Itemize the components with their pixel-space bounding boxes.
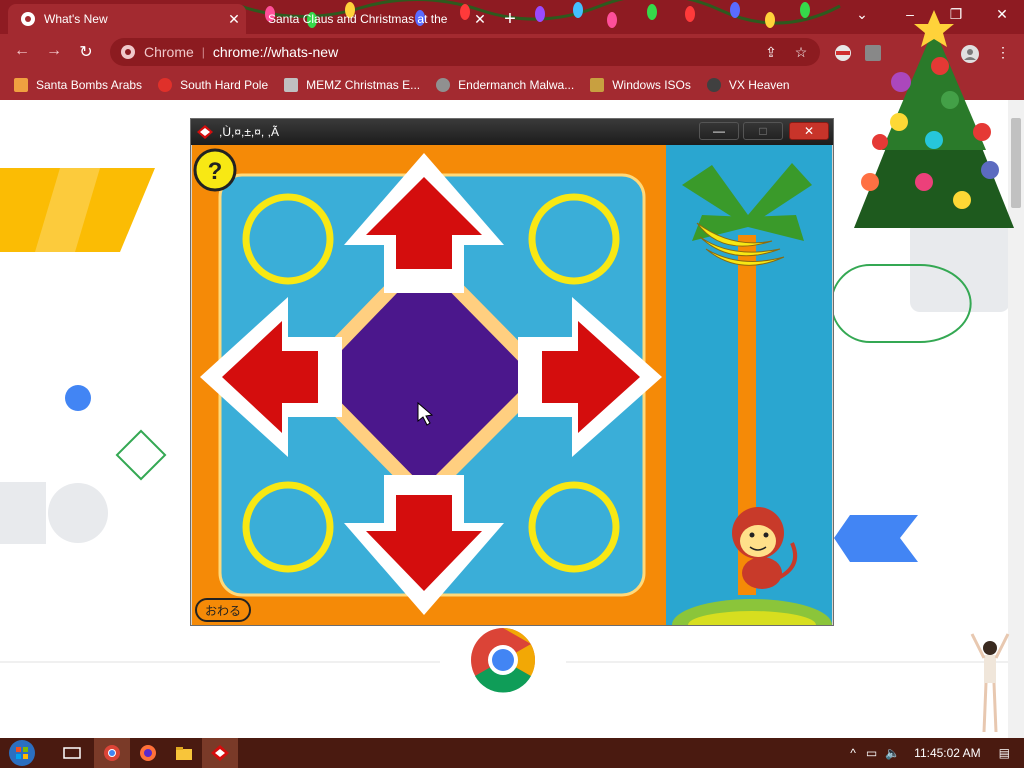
tab-whats-new[interactable]: What's New ✕ (8, 4, 246, 34)
site-label: Chrome (144, 44, 194, 60)
reload-icon[interactable]: ↻ (74, 42, 98, 62)
bookmark-label: MEMZ Christmas E... (306, 78, 421, 92)
chrome-icon[interactable] (94, 738, 130, 768)
bookmark-endermanch[interactable]: Endermanch Malwa... (436, 78, 574, 92)
help-button[interactable]: ? (193, 148, 237, 192)
quit-button[interactable]: おわる (195, 598, 251, 622)
windows-taskbar: ^ ▭ 🔈 11:45:02 AM ▤ (0, 738, 1024, 768)
notifications-icon[interactable]: ▤ (999, 746, 1010, 760)
url-text: chrome://whats-new (212, 44, 339, 60)
chrome-icon (121, 45, 135, 59)
forward-arrow-icon[interactable]: → (42, 42, 66, 60)
game-minimize-button[interactable]: — (699, 122, 739, 140)
bookmark-label: Windows ISOs (612, 78, 691, 92)
share-icon[interactable]: ⇪ (762, 44, 780, 62)
new-tab-button[interactable]: + (498, 8, 522, 31)
game-close-button[interactable]: ✕ (789, 122, 829, 140)
image-thumb-icon (284, 78, 299, 92)
bookmark-label: Endermanch Malwa... (458, 78, 575, 92)
tab-title: Santa Claus and Christmas at the (268, 12, 448, 26)
address-separator: | (201, 45, 205, 59)
tray-chevron-icon[interactable]: ^ (850, 746, 856, 760)
network-icon[interactable]: ▭ (866, 746, 877, 760)
game-app-icon (197, 125, 213, 139)
bookmark-star-icon[interactable]: ☆ (792, 44, 810, 62)
game-window-title: ,Ù,¤,±,¤, ,Ã (219, 125, 279, 139)
firefox-icon[interactable] (130, 738, 166, 768)
chrome-icon (21, 12, 35, 26)
start-orb-icon[interactable] (4, 738, 40, 768)
game-icon[interactable] (202, 738, 238, 768)
tab-title: What's New (44, 12, 108, 26)
game-canvas[interactable]: ? おわる (192, 145, 832, 625)
star-badge-icon (158, 78, 173, 92)
help-label: ? (208, 158, 223, 185)
clock-time[interactable]: 11:45:02 AM (914, 746, 981, 760)
bookmark-label: South Hard Pole (180, 78, 269, 92)
bookmark-vx-heaven[interactable]: VX Heaven (706, 78, 790, 92)
bookmark-label: VX Heaven (728, 78, 790, 92)
bookmark-windows-isos[interactable]: Windows ISOs (590, 78, 691, 92)
bookmark-label: Santa Bombs Arabs (36, 78, 143, 92)
file-explorer-icon[interactable] (166, 738, 202, 768)
bookmark-memz[interactable]: MEMZ Christmas E... (284, 78, 420, 92)
skull-icon (706, 78, 721, 92)
back-arrow-icon[interactable]: ← (10, 42, 34, 60)
system-tray: ^ ▭ 🔈 11:45:02 AM ▤ (850, 738, 1024, 768)
cat-icon (436, 78, 451, 92)
close-tab-icon[interactable]: ✕ (222, 11, 246, 28)
volume-icon[interactable]: 🔈 (885, 746, 900, 760)
chrome-logo-icon (471, 628, 536, 693)
trophy-icon (590, 78, 605, 92)
task-view-icon[interactable] (54, 738, 90, 768)
close-tab-icon[interactable]: ✕ (468, 11, 492, 28)
bookmark-south-hard-pole[interactable]: South Hard Pole (158, 78, 268, 92)
game-window: ,Ù,¤,±,¤, ,Ã — □ ✕ ? おわる (190, 118, 834, 626)
figure-icon (14, 78, 28, 92)
game-maximize-button[interactable]: □ (743, 122, 783, 140)
quit-label: おわる (205, 604, 241, 618)
christmas-tree-overlay (854, 10, 1014, 228)
bookmark-santa-bombs[interactable]: Santa Bombs Arabs (14, 78, 142, 92)
dancer-figure-overlay (970, 633, 1010, 733)
address-bar[interactable]: Chrome | chrome://whats-new (110, 38, 820, 66)
game-window-titlebar[interactable]: ,Ù,¤,±,¤, ,Ã — □ ✕ (191, 119, 833, 145)
tab-santa-claus[interactable]: Santa Claus and Christmas at the ✕ (256, 4, 492, 34)
